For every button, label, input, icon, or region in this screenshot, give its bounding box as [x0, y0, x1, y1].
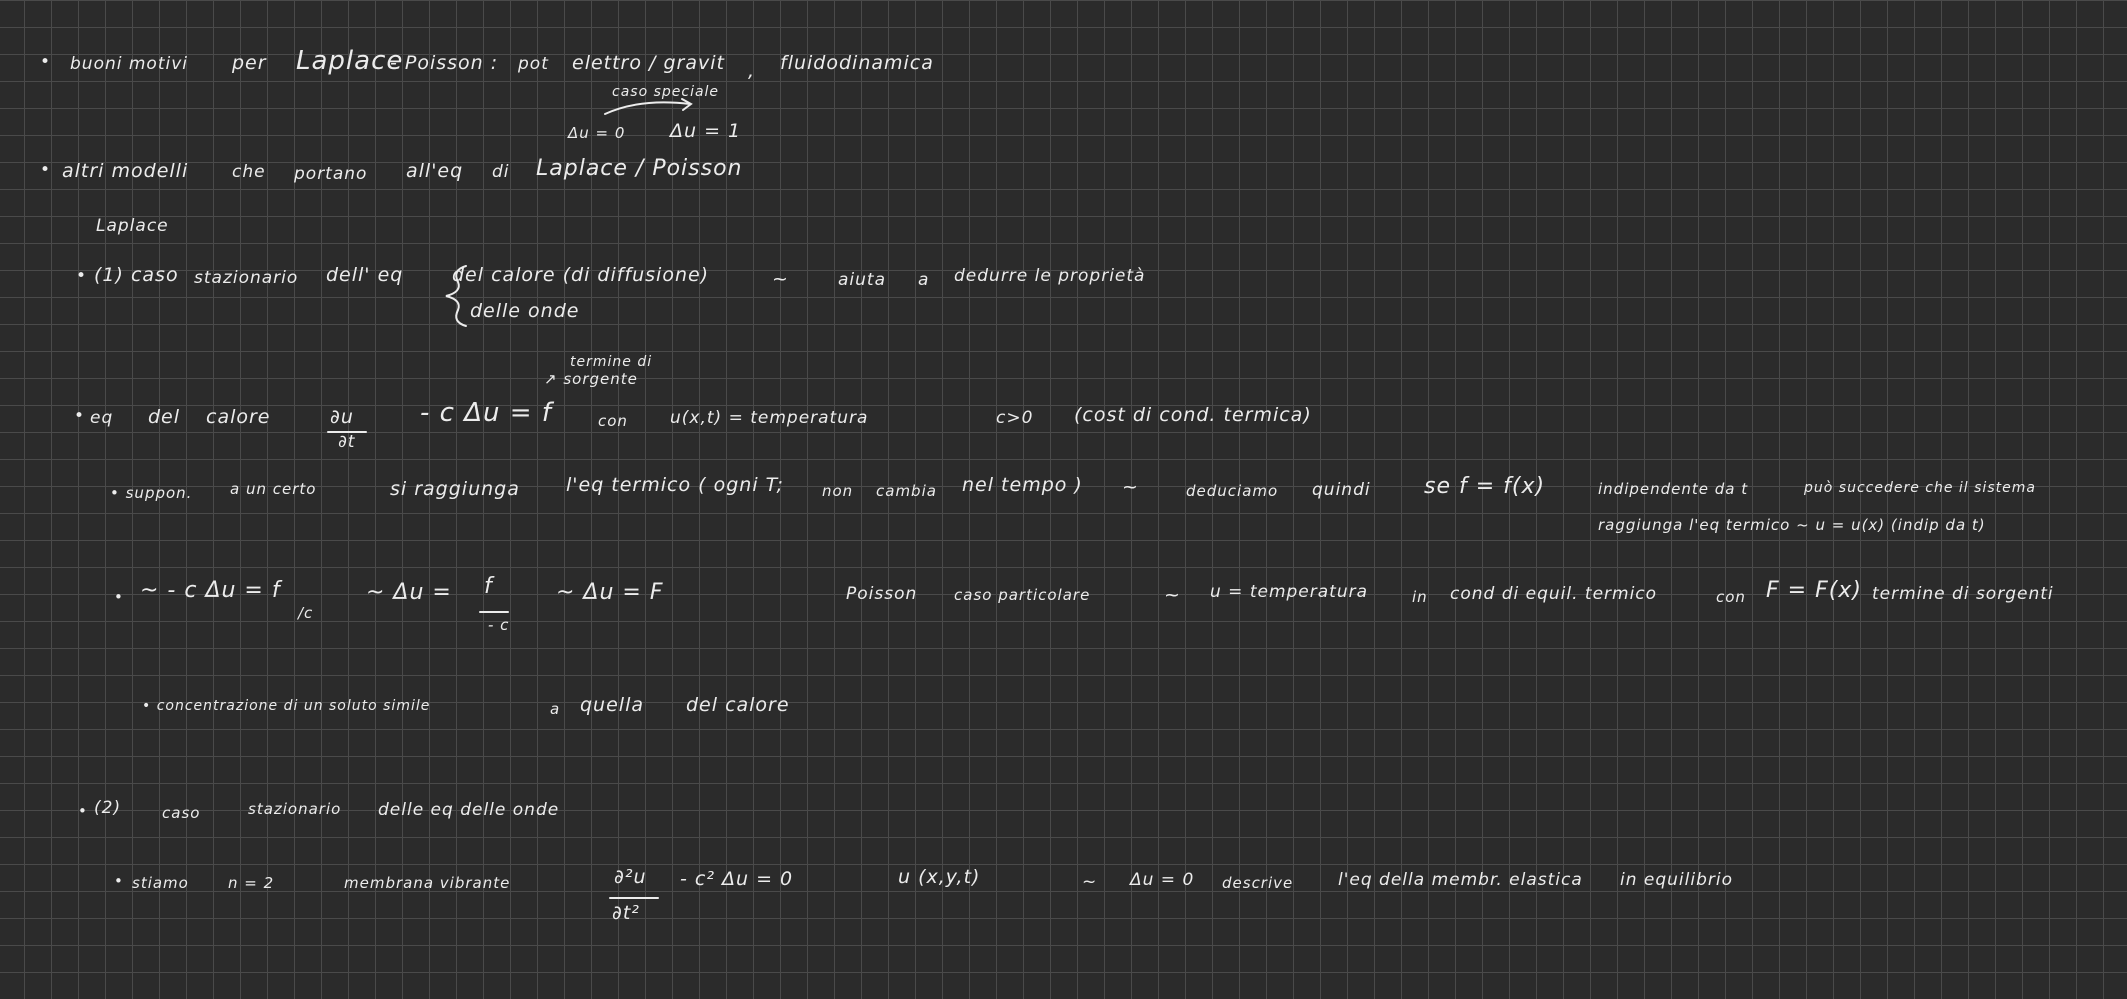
- curly-brace: [445, 265, 467, 327]
- ink-strokes: [327, 98, 693, 899]
- notes-page: • buoni motivi per Laplace - Poisson : p…: [0, 0, 2127, 999]
- curved-arrow: [604, 101, 691, 115]
